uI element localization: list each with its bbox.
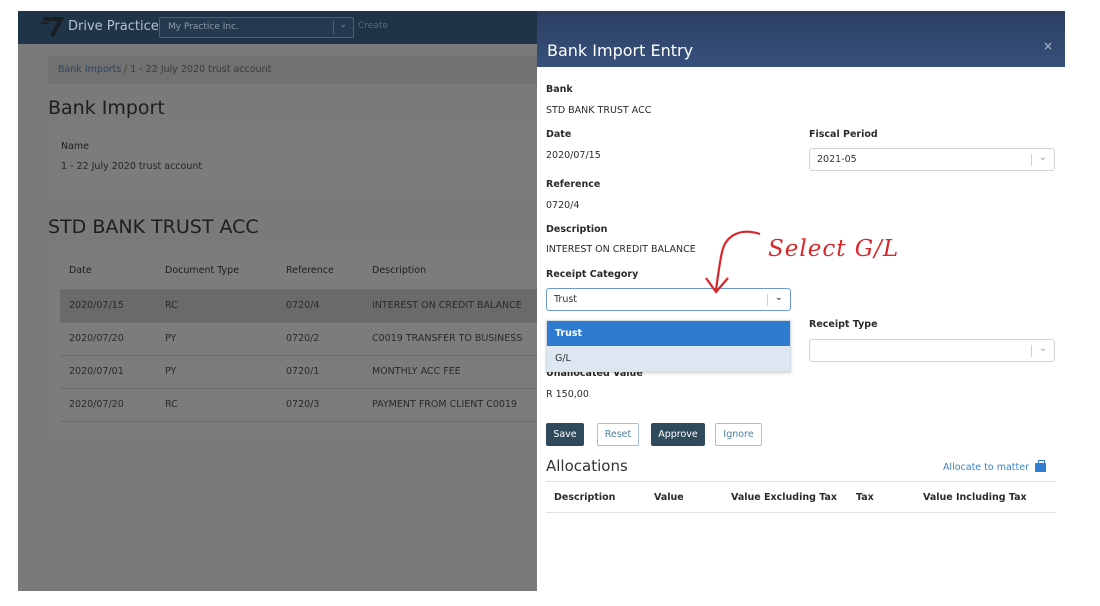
allocations-table: Description Value Value Excluding Tax Ta…	[546, 481, 1056, 513]
table-row[interactable]: 2020/07/01 PY 0720/1 MONTHLY ACC FEE	[60, 355, 538, 389]
col-value-including-tax: Value Including Tax	[923, 481, 1056, 513]
chevron-down-icon: ⌄	[1038, 343, 1047, 354]
page-title: Bank Import	[48, 97, 165, 119]
annotation-text: Select G/L	[768, 236, 900, 262]
brand-name[interactable]: Drive Practice	[68, 19, 159, 34]
reference-value: 0720/4	[546, 200, 580, 211]
col-description: Description	[363, 253, 538, 290]
table-header-row: Date Document Type Reference Description	[60, 253, 538, 290]
receipt-type-label: Receipt Type	[809, 319, 878, 330]
company-select[interactable]: My Practice Inc. ⌄	[159, 17, 354, 38]
cell-reference: 0720/4	[277, 289, 363, 323]
description-label: Description	[546, 224, 608, 235]
cell-reference: 0720/3	[277, 388, 363, 422]
fiscal-period-select[interactable]: 2021-05 ⌄	[809, 148, 1055, 171]
top-navbar: Drive Practice My Practice Inc. ⌄ Create	[18, 11, 538, 44]
receipt-category-dropdown: Trust G/L	[546, 320, 791, 372]
cell-date: 2020/07/01	[60, 355, 156, 389]
company-select-value: My Practice Inc.	[168, 22, 239, 32]
allocations-title: Allocations	[546, 457, 628, 475]
reset-button[interactable]: Reset	[597, 423, 639, 446]
cell-description: MONTHLY ACC FEE	[363, 355, 538, 389]
receipt-type-select[interactable]: ⌄	[809, 339, 1055, 362]
cell-doc-type: RC	[156, 289, 277, 323]
cell-description: C0019 TRANSFER TO BUSINESS	[363, 322, 538, 356]
cell-description: PAYMENT FROM CLIENT C0019	[363, 388, 538, 422]
breadcrumb-link-bank-imports[interactable]: Bank Imports	[58, 64, 121, 75]
cell-date: 2020/07/15	[60, 289, 156, 323]
col-value-excluding-tax: Value Excluding Tax	[731, 481, 856, 513]
close-icon[interactable]: ×	[1043, 39, 1053, 53]
bank-import-entry-modal: Bank Import Entry × Bank STD BANK TRUST …	[537, 11, 1065, 591]
transactions-table: Date Document Type Reference Description…	[60, 253, 538, 422]
ignore-button[interactable]: Ignore	[715, 423, 762, 446]
background-app: Drive Practice My Practice Inc. ⌄ Create…	[18, 11, 538, 591]
create-link[interactable]: Create	[358, 21, 388, 31]
logo-icon	[41, 17, 64, 37]
select-separator	[333, 21, 334, 34]
bank-value: STD BANK TRUST ACC	[546, 105, 652, 116]
col-description: Description	[546, 481, 654, 513]
dropdown-option-gl[interactable]: G/L	[547, 346, 790, 371]
select-separator	[1031, 345, 1032, 357]
date-label: Date	[546, 129, 572, 140]
col-document-type: Document Type	[156, 253, 277, 290]
name-card: Name 1 - 22 July 2020 trust account	[48, 127, 538, 197]
col-reference: Reference	[277, 253, 363, 290]
table-row[interactable]: 2020/07/15 RC 0720/4 INTEREST ON CREDIT …	[60, 289, 538, 323]
table-row[interactable]: 2020/07/20 PY 0720/2 C0019 TRANSFER TO B…	[60, 322, 538, 356]
description-value: INTEREST ON CREDIT BALANCE	[546, 244, 696, 255]
chevron-down-icon: ⌄	[1038, 152, 1047, 163]
modal-header: Bank Import Entry ×	[537, 11, 1065, 67]
cell-date: 2020/07/20	[60, 388, 156, 422]
dropdown-option-trust[interactable]: Trust	[547, 321, 790, 346]
table-header-row: Description Value Value Excluding Tax Ta…	[546, 481, 1056, 513]
cell-doc-type: PY	[156, 322, 277, 356]
allocate-to-matter-link[interactable]: Allocate to matter	[943, 462, 1029, 473]
table-row[interactable]: 2020/07/20 RC 0720/3 PAYMENT FROM CLIENT…	[60, 388, 538, 422]
fiscal-period-label: Fiscal Period	[809, 129, 878, 140]
col-value: Value	[654, 481, 731, 513]
approve-button[interactable]: Approve	[651, 423, 705, 446]
fiscal-period-value: 2021-05	[817, 154, 857, 165]
select-separator	[1031, 154, 1032, 166]
col-tax: Tax	[856, 481, 923, 513]
date-value: 2020/07/15	[546, 150, 601, 161]
col-date: Date	[60, 253, 156, 290]
receipt-category-value: Trust	[554, 294, 578, 305]
cell-reference: 0720/1	[277, 355, 363, 389]
name-label: Name	[61, 141, 90, 152]
save-button[interactable]: Save	[546, 423, 584, 446]
breadcrumb-current: / 1 - 22 July 2020 trust account	[124, 64, 272, 75]
account-title: STD BANK TRUST ACC	[48, 216, 259, 238]
transactions-card: Date Document Type Reference Description…	[48, 247, 538, 439]
receipt-category-label: Receipt Category	[546, 269, 639, 280]
briefcase-icon[interactable]	[1035, 460, 1046, 472]
bank-label: Bank	[546, 84, 573, 95]
reference-label: Reference	[546, 179, 601, 190]
cell-reference: 0720/2	[277, 322, 363, 356]
breadcrumb: Bank Imports / 1 - 22 July 2020 trust ac…	[48, 56, 538, 84]
cell-description: INTEREST ON CREDIT BALANCE	[363, 289, 538, 323]
chevron-down-icon: ⌄	[339, 20, 347, 30]
modal-title: Bank Import Entry	[547, 41, 694, 60]
cell-doc-type: PY	[156, 355, 277, 389]
name-value: 1 - 22 July 2020 trust account	[61, 161, 203, 172]
cell-doc-type: RC	[156, 388, 277, 422]
unallocated-value: R 150,00	[546, 389, 589, 400]
cell-date: 2020/07/20	[60, 322, 156, 356]
